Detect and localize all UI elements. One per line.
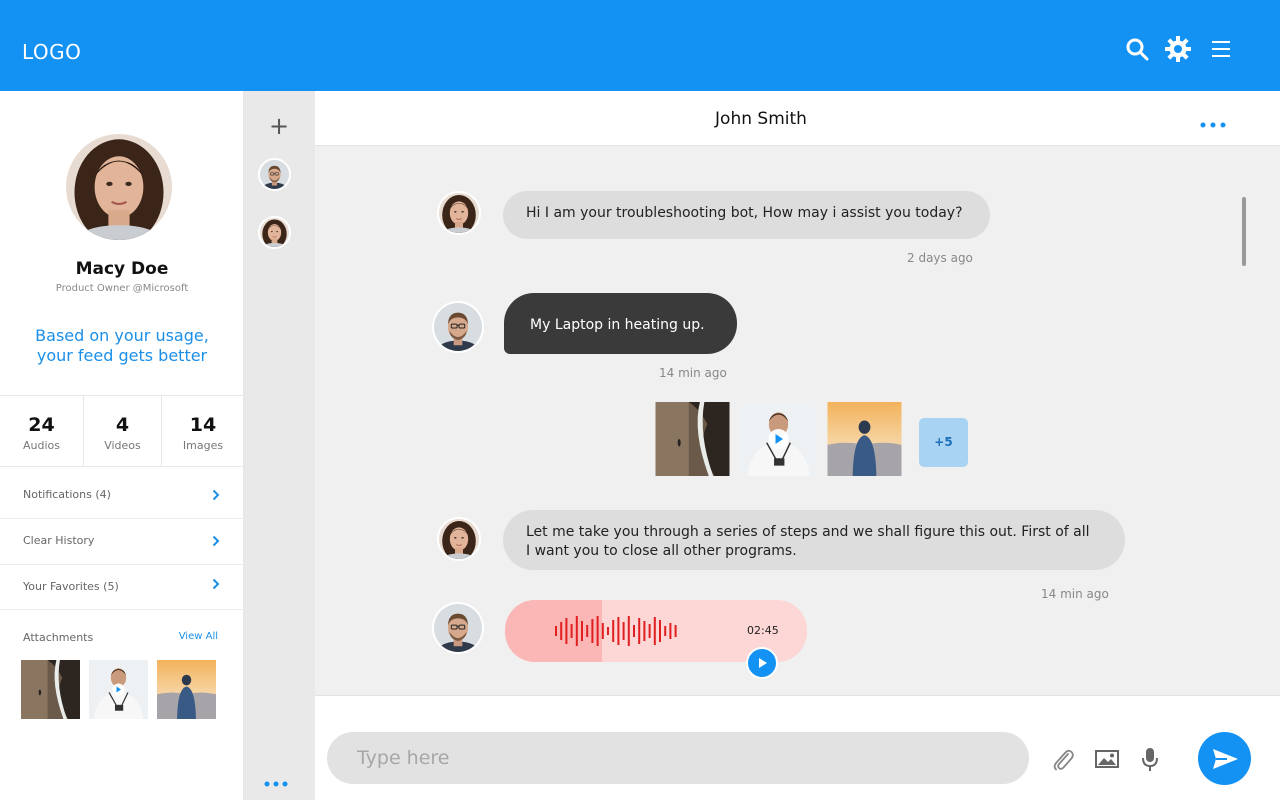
waveform-bar (674, 625, 677, 637)
menu-clear-history[interactable]: Clear History (0, 519, 244, 565)
message-text-line: Let me take you through a series of step… (526, 524, 1090, 540)
profile-avatar[interactable] (66, 134, 172, 240)
waveform-bar (627, 616, 630, 646)
attachments-label: Attachments (23, 631, 94, 644)
feed-message-line2: your feed gets better (36, 346, 208, 365)
attachment-thumbnail[interactable] (21, 660, 80, 719)
stat-videos[interactable]: 4 Videos (84, 396, 162, 466)
stat-label: Images (182, 439, 224, 452)
message-bubble: My Laptop in heating up. (504, 293, 737, 354)
bot-avatar (437, 191, 481, 235)
stat-value: 14 (189, 414, 217, 436)
menu-icon[interactable] (1206, 34, 1236, 64)
user-avatar (432, 301, 484, 353)
profile-role: Product Owner @Microsoft (55, 283, 189, 294)
chevron-right-icon (212, 486, 220, 505)
stat-audios[interactable]: 24 Audios (0, 396, 84, 466)
chat-header: John Smith (315, 91, 1280, 146)
waveform-bar (570, 624, 573, 638)
audio-waveform (555, 616, 677, 646)
waveform-bar (638, 618, 641, 644)
app-header: LOGO (0, 0, 1280, 91)
profile-panel: Macy Doe Product Owner @Microsoft Based … (0, 91, 244, 800)
profile-name: Macy Doe (75, 259, 169, 279)
message-text: My Laptop in heating up. (530, 317, 705, 333)
waveform-bar (586, 625, 589, 637)
message-timestamp: 14 min ago (659, 366, 727, 380)
stat-images[interactable]: 14 Images (162, 396, 244, 466)
gear-icon[interactable] (1163, 34, 1193, 64)
more-options-icon[interactable] (1199, 115, 1227, 128)
send-icon (1212, 748, 1238, 769)
waveform-bar (669, 623, 672, 639)
waveform-bar (560, 622, 563, 640)
message-composer (315, 695, 1280, 800)
more-media-badge[interactable]: +5 (919, 418, 968, 467)
menu-favorites[interactable]: Your Favorites (5) (0, 565, 244, 610)
waveform-bar (648, 624, 651, 638)
waveform-bar (659, 620, 661, 642)
waveform-bar (617, 617, 620, 645)
attachment-thumbnail[interactable] (89, 660, 148, 719)
add-conversation-button[interactable]: + (266, 113, 292, 139)
waveform-bar (555, 626, 557, 636)
media-thumbnail[interactable] (827, 402, 902, 476)
waveform-bar (607, 627, 609, 635)
waveform-bar (596, 616, 599, 646)
message-timestamp: 14 min ago (1041, 587, 1109, 601)
waveform-bar (622, 622, 625, 640)
waveform-bar (653, 617, 656, 645)
feed-message: Based on your usage, your feed gets bett… (20, 326, 224, 366)
menu-label: Notifications (4) (23, 488, 111, 501)
conversation-avatar[interactable] (258, 216, 291, 249)
message-bubble: Hi I am your troubleshooting bot, How ma… (503, 191, 990, 239)
chevron-right-icon (212, 532, 220, 551)
stat-label: Audios (23, 439, 60, 452)
conversation-rail: + (244, 91, 315, 800)
view-all-link[interactable]: View All (179, 631, 218, 642)
stat-value: 4 (115, 414, 130, 436)
waveform-bar (633, 625, 635, 637)
waveform-bar (664, 626, 667, 636)
feed-message-line1: Based on your usage, (35, 326, 209, 345)
scrollbar[interactable] (1242, 197, 1246, 266)
profile-stats: 24 Audios 4 Videos 14 Images (0, 395, 244, 467)
play-icon (759, 658, 767, 668)
waveform-bar (591, 619, 594, 643)
stat-value: 24 (28, 414, 55, 436)
message-bubble: Let me take you through a series of step… (503, 510, 1125, 570)
media-thumbnail[interactable] (655, 402, 730, 476)
search-icon[interactable] (1122, 34, 1152, 64)
conversation-avatar[interactable] (258, 158, 291, 191)
message-text: Hi I am your troubleshooting bot, How ma… (526, 205, 963, 221)
microphone-icon[interactable] (1136, 745, 1164, 773)
chevron-right-icon (212, 575, 220, 594)
logo[interactable]: LOGO (22, 40, 81, 64)
message-input[interactable] (327, 732, 1029, 784)
audio-duration: 02:45 (747, 624, 779, 637)
waveform-bar (581, 621, 583, 641)
media-thumbnail[interactable] (741, 402, 816, 476)
menu-label: Clear History (23, 534, 95, 547)
paperclip-icon[interactable] (1049, 745, 1077, 773)
play-button[interactable] (746, 647, 778, 679)
message-text-line: I want you to close all other programs. (526, 543, 797, 559)
message-list[interactable]: Hi I am your troubleshooting bot, How ma… (315, 146, 1280, 695)
menu-label: Your Favorites (5) (23, 580, 119, 593)
chat-title: John Smith (715, 109, 807, 129)
bot-avatar (437, 517, 481, 561)
waveform-bar (601, 623, 604, 639)
stat-label: Videos (104, 439, 141, 452)
waveform-bar (565, 618, 568, 644)
message-timestamp: 2 days ago (907, 251, 973, 265)
menu-notifications[interactable]: Notifications (4) (0, 473, 244, 519)
user-avatar (432, 602, 484, 654)
waveform-bar (643, 621, 646, 641)
image-icon[interactable] (1093, 745, 1121, 773)
waveform-bar (575, 616, 578, 646)
waveform-bar (612, 620, 615, 642)
more-icon[interactable] (263, 774, 289, 787)
attachment-thumbnail[interactable] (157, 660, 216, 719)
send-button[interactable] (1198, 732, 1251, 785)
